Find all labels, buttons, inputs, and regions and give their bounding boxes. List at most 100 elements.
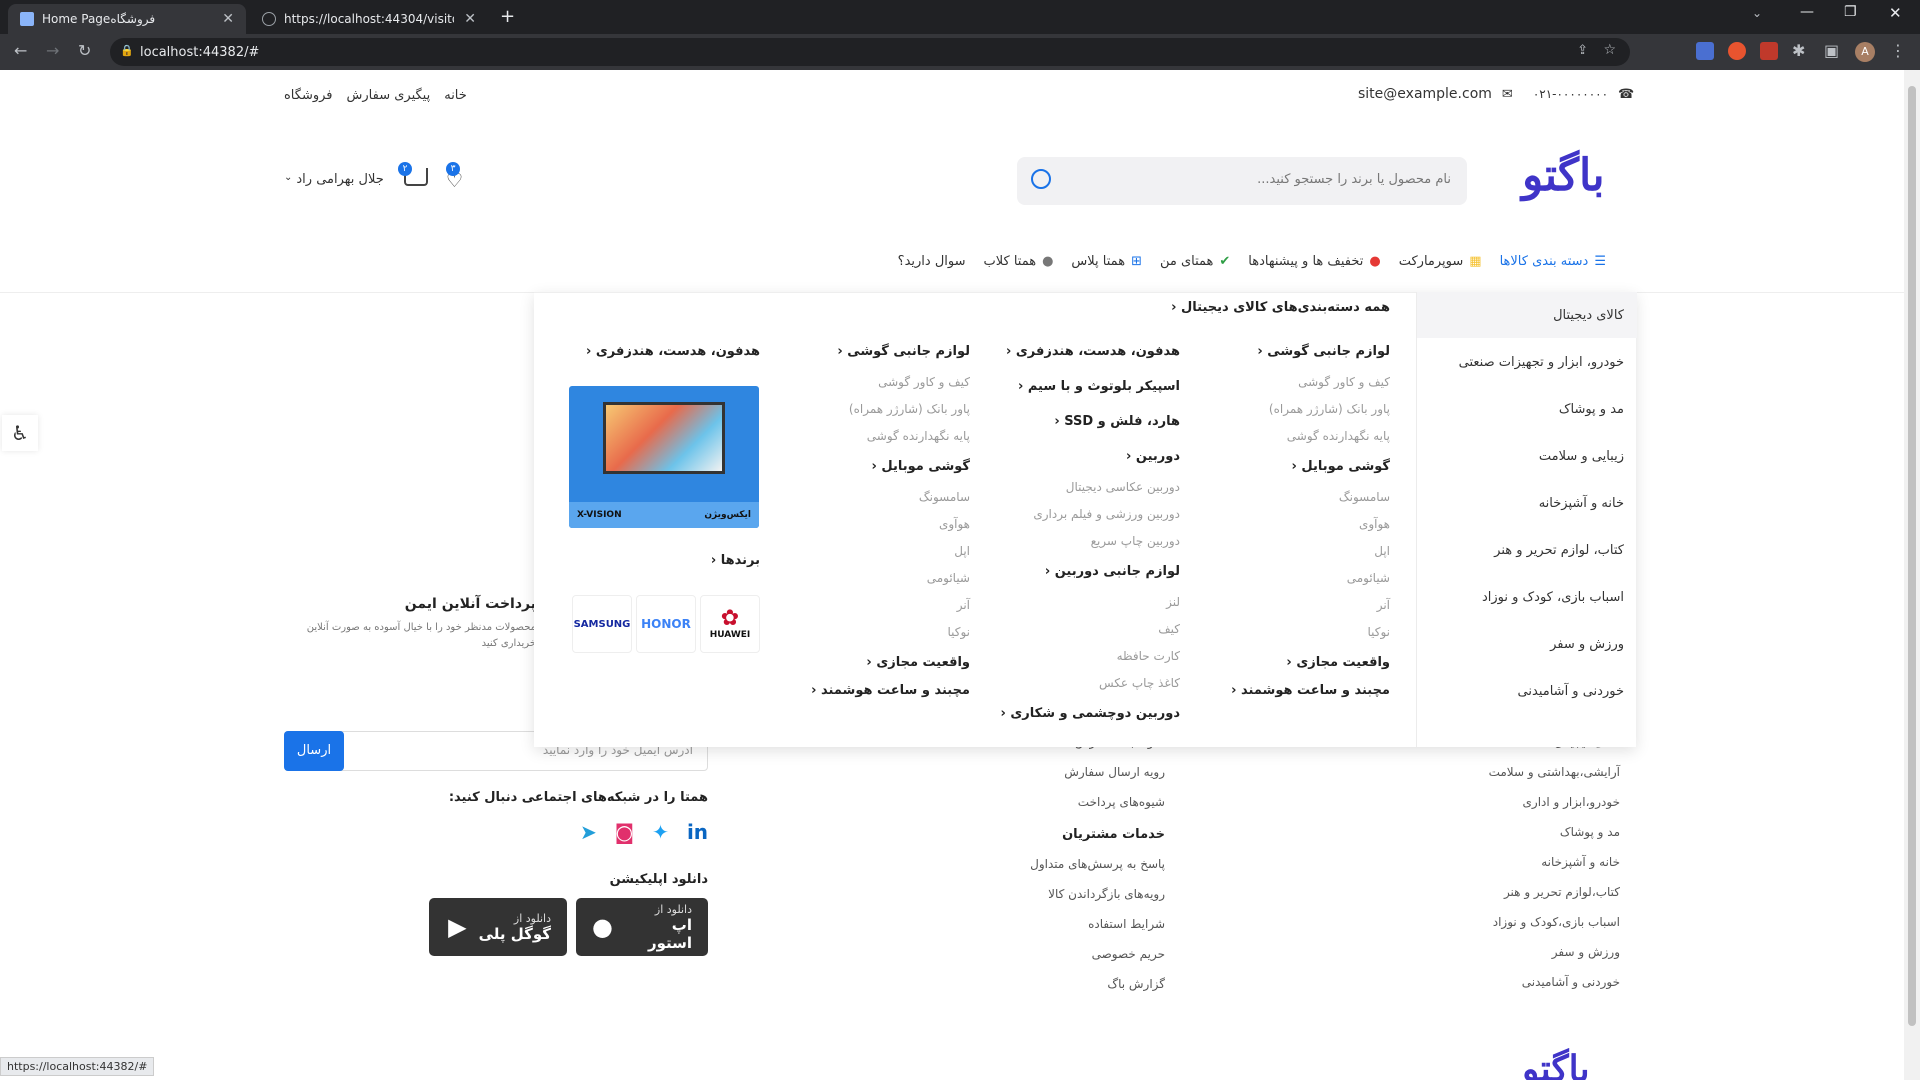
nav-hamta-plus[interactable]: ⊞ همتا پلاس xyxy=(1071,254,1142,269)
appstore-button[interactable]: دانلود از اپ استور ● xyxy=(576,898,708,956)
shop-link[interactable]: فروشگاه xyxy=(284,88,333,103)
search-input[interactable]: نام محصول یا برند را جستجو کنید... xyxy=(1257,172,1451,187)
menu-sub-link[interactable]: سامسونگ xyxy=(1220,487,1390,514)
instagram-icon[interactable]: ◙ xyxy=(615,820,634,844)
minimize-icon[interactable]: — xyxy=(1800,4,1814,20)
footer-link[interactable]: شرایط استفاده xyxy=(1000,917,1165,947)
accessibility-widget-icon[interactable]: ♿ xyxy=(2,415,38,451)
category-item-home[interactable]: خانه و آشپزخانه xyxy=(1539,496,1624,511)
tab-search-icon[interactable]: ⌄ xyxy=(1752,6,1762,20)
user-menu[interactable]: جلال بهرامی راد ⌄ xyxy=(284,172,384,187)
menu-sub-link[interactable]: اپل xyxy=(800,541,970,568)
menu-heading[interactable]: واقعیت مجازی ‹ xyxy=(1220,655,1390,675)
menu-sub-link[interactable]: کاغذ چاپ عکس xyxy=(990,673,1180,700)
tab-home[interactable]: Home Pageفروشگاه ✕ xyxy=(8,4,246,34)
menu-sub-link[interactable]: نوکیا xyxy=(1220,622,1390,649)
back-icon[interactable]: ← xyxy=(14,41,27,60)
menu-kebab-icon[interactable]: ⋮ xyxy=(1890,41,1906,60)
brand-honor[interactable]: HONOR xyxy=(636,595,696,653)
extensions-puzzle-icon[interactable]: ✱ xyxy=(1792,41,1805,60)
extension-icon[interactable] xyxy=(1728,42,1746,60)
nav-faq[interactable]: سوال دارید؟ xyxy=(898,254,966,269)
search-icon[interactable] xyxy=(1031,169,1051,189)
menu-heading[interactable]: مچبند و ساعت هوشمند ‹ xyxy=(1220,683,1390,703)
menu-heading[interactable]: هارد، فلش و SSD ‹ xyxy=(990,414,1180,434)
menu-sub-link[interactable]: اپل xyxy=(1220,541,1390,568)
menu-sub-link[interactable]: دوربین چاپ سریع xyxy=(990,531,1180,558)
address-bar[interactable]: 🔒 localhost:44382/# ⇪ ☆ xyxy=(110,38,1630,66)
category-item-beauty[interactable]: زیبایی و سلامت xyxy=(1539,449,1624,464)
close-tab-icon[interactable]: ✕ xyxy=(222,11,234,27)
profile-avatar[interactable]: A xyxy=(1855,42,1875,62)
menu-sub-link[interactable]: شیائومی xyxy=(1220,568,1390,595)
menu-heading[interactable]: مچبند و ساعت هوشمند ‹ xyxy=(800,683,970,703)
forward-icon[interactable]: → xyxy=(46,41,59,60)
site-logo[interactable]: باگتو xyxy=(1522,150,1605,201)
menu-sub-link[interactable]: پاور بانک (شارژر همراه) xyxy=(1220,399,1390,426)
category-item-digital[interactable]: کالای دیجیتال xyxy=(1553,308,1624,323)
bookmark-star-icon[interactable]: ☆ xyxy=(1603,42,1616,58)
menu-sub-link[interactable]: دوربین عکاسی دیجیتال xyxy=(990,477,1180,504)
side-panel-icon[interactable]: ▣ xyxy=(1824,41,1839,60)
order-tracking-link[interactable]: پیگیری سفارش xyxy=(347,88,431,103)
menu-sub-link[interactable]: کیف و کاور گوشی xyxy=(800,372,970,399)
menu-sub-link[interactable]: لنز xyxy=(990,592,1180,619)
home-link[interactable]: خانه xyxy=(444,88,467,103)
restore-icon[interactable]: ❐ xyxy=(1844,4,1857,20)
nav-categories[interactable]: ☰ دسته بندی کالاها xyxy=(1500,254,1606,269)
menu-heading[interactable]: لوازم جانبی گوشی ‹ xyxy=(800,344,970,364)
footer-link[interactable]: رویه ارسال سفارش xyxy=(1000,765,1165,795)
menu-sub-link[interactable]: پایه نگهدارنده گوشی xyxy=(1220,426,1390,453)
nav-discounts[interactable]: ● تخفیف ها و پیشنهادها xyxy=(1248,254,1380,269)
search-box[interactable]: نام محصول یا برند را جستجو کنید... xyxy=(1017,157,1467,205)
menu-heading[interactable]: هدفون، هدست، هندزفری ‹ xyxy=(990,344,1180,364)
nav-hamta-club[interactable]: ● همتا کلاب xyxy=(984,254,1054,269)
all-digital-link[interactable]: همه دسته‌بندی‌های کالای دیجیتال ‹ xyxy=(1100,300,1390,315)
footer-link[interactable]: پاسخ به پرسش‌های متداول xyxy=(1000,857,1165,887)
extension-c-icon[interactable] xyxy=(1760,42,1778,60)
linkedin-icon[interactable]: in xyxy=(687,820,708,844)
twitter-icon[interactable]: ✦ xyxy=(652,820,669,844)
page-scrollbar[interactable] xyxy=(1904,70,1920,1080)
menu-sub-link[interactable]: پاور بانک (شارژر همراه) xyxy=(800,399,970,426)
menu-sub-link[interactable]: شیائومی xyxy=(800,568,970,595)
menu-heading[interactable]: دوربین ‹ xyxy=(990,449,1180,469)
share-icon[interactable]: ⇪ xyxy=(1577,43,1588,58)
menu-sub-link[interactable]: نوکیا xyxy=(800,622,970,649)
footer-link[interactable]: گزارش باگ xyxy=(1000,977,1165,1007)
footer-link[interactable]: اسباب بازی،کودک و نوزاد xyxy=(1440,915,1620,945)
menu-sub-link[interactable]: پایه نگهدارنده گوشی xyxy=(800,426,970,453)
menu-heading[interactable]: لوازم جانبی گوشی ‹ xyxy=(1220,344,1390,364)
scrollbar-thumb[interactable] xyxy=(1908,86,1916,1026)
close-tab-icon[interactable]: ✕ xyxy=(464,11,476,27)
promo-banner-tv[interactable]: X-VISION ایکس‌ویژن xyxy=(569,386,759,528)
new-tab-icon[interactable]: + xyxy=(500,6,515,27)
category-item-books[interactable]: کتاب، لوازم تحریر و هنر xyxy=(1494,543,1624,558)
reload-icon[interactable]: ↻ xyxy=(78,41,91,60)
brand-huawei[interactable]: ✿ HUAWEI xyxy=(700,595,760,653)
email-text[interactable]: site@example.com xyxy=(1358,86,1492,102)
nav-my-hamta[interactable]: ✔ همتای من xyxy=(1160,254,1230,269)
nav-supermarket[interactable]: ▦ سوپرمارکت xyxy=(1399,254,1482,269)
tab-visitor[interactable]: https://localhost:44304/visitor/in ✕ xyxy=(250,4,488,34)
extension-translate-icon[interactable] xyxy=(1696,42,1714,60)
category-item-sports[interactable]: ورزش و سفر xyxy=(1550,637,1624,652)
menu-sub-link[interactable]: دوربین ورزشی و فیلم برداری xyxy=(990,504,1180,531)
footer-link[interactable]: خودرو،ابزار و اداری xyxy=(1440,795,1620,825)
googleplay-button[interactable]: دانلود از گوگل پلی ▶ xyxy=(429,898,567,956)
footer-link[interactable]: خوردنی و آشامیدنی xyxy=(1440,975,1620,1005)
menu-heading[interactable]: واقعیت مجازی ‹ xyxy=(800,655,970,675)
menu-sub-link[interactable]: کارت حافظه xyxy=(990,646,1180,673)
newsletter-send-button[interactable]: ارسال xyxy=(284,731,344,771)
footer-link[interactable]: آرایشی،بهداشتی و سلامت xyxy=(1440,765,1620,795)
menu-heading[interactable]: اسپیکر بلوتوث و با سیم ‹ xyxy=(990,379,1180,399)
footer-link[interactable]: کتاب،لوازم تحریر و هنر xyxy=(1440,885,1620,915)
footer-link[interactable]: حریم خصوصی xyxy=(1000,947,1165,977)
category-item-fashion[interactable]: مد و پوشاک xyxy=(1559,402,1624,417)
menu-sub-link[interactable]: آنر xyxy=(1220,595,1390,622)
menu-heading[interactable]: گوشی موبایل ‹ xyxy=(1220,459,1390,479)
footer-link[interactable]: مد و پوشاک xyxy=(1440,825,1620,855)
menu-heading[interactable]: لوازم جانبی دوربین ‹ xyxy=(990,564,1180,584)
menu-sub-link[interactable]: آنر xyxy=(800,595,970,622)
menu-heading[interactable]: هدفون، هدست، هندزفری ‹ xyxy=(570,344,760,364)
